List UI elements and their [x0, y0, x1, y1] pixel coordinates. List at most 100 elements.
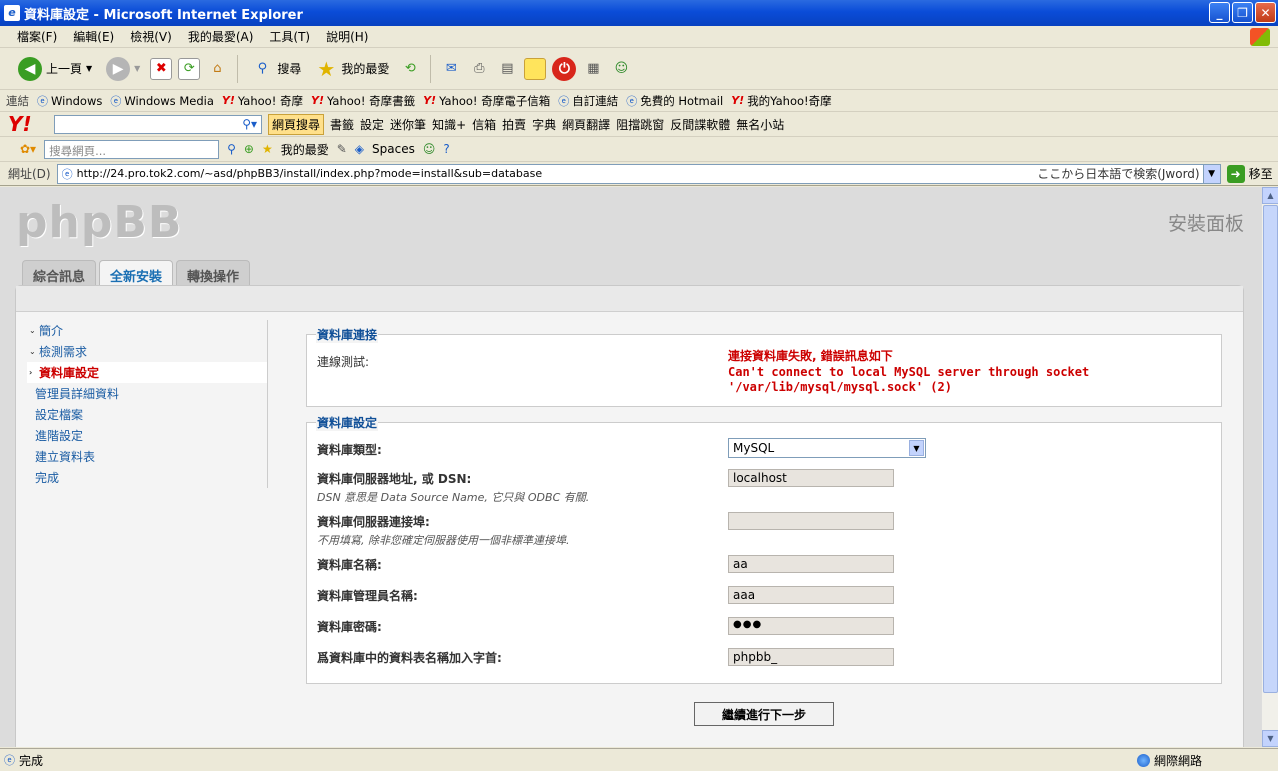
refresh-icon[interactable]: ⟳ — [178, 57, 201, 80]
history-icon[interactable]: ⟲ — [399, 58, 421, 80]
db-type-select[interactable]: MySQL ▼ — [728, 438, 926, 458]
close-button[interactable]: ✕ — [1255, 2, 1276, 23]
status-text: 完成 — [19, 753, 44, 768]
yahoo-dictionary[interactable]: 字典 — [532, 116, 556, 133]
pencil-icon[interactable]: ✎ — [337, 142, 347, 156]
minimize-button[interactable]: _ — [1209, 2, 1230, 23]
link-windows[interactable]: ⓔ Windows — [37, 93, 102, 109]
db-user-input[interactable]: aaa — [728, 586, 894, 604]
spaces-icon: ◈ — [354, 142, 365, 156]
research-icon[interactable]: ▦ — [582, 58, 604, 80]
link-yahoo-bookmarks[interactable]: Y! Yahoo! 奇摩書籤 — [311, 93, 415, 109]
mail-icon[interactable]: ✉ — [440, 58, 462, 80]
ie-icon: e — [4, 5, 20, 21]
ie-page-icon: ⓔ — [4, 754, 15, 767]
menu-tools[interactable]: 工具(T) — [262, 26, 317, 47]
db-user-label: 資料庫管理員名稱: — [317, 589, 418, 603]
table-prefix-label: 爲資料庫中的資料表名稱加入字首: — [317, 651, 502, 665]
error-message-line1: Can't connect to local MySQL server thro… — [728, 365, 1090, 379]
link-yahoo-mail[interactable]: Y! Yahoo! 奇摩電子信箱 — [423, 93, 550, 109]
yahoo-icon: Y! — [221, 94, 235, 107]
yahoo-mail[interactable]: 信箱 — [472, 116, 496, 133]
favorites-button[interactable]: ★ 我的最愛 — [311, 56, 393, 82]
nav-step-intro[interactable]: ⌄ 簡介 — [27, 320, 267, 341]
yahoo-auction[interactable]: 拍賣 — [502, 116, 526, 133]
yahoo-logo-icon[interactable]: Y! — [8, 112, 48, 136]
db-name-input[interactable]: aa — [728, 555, 894, 573]
db-port-label: 資料庫伺服器連接埠: — [317, 515, 430, 529]
scroll-thumb[interactable] — [1263, 205, 1278, 693]
connection-legend: 資料庫連接 — [316, 326, 379, 343]
address-input[interactable]: ⓔ http://24.pro.tok2.com/~asd/phpBB3/ins… — [56, 163, 1221, 184]
connection-fieldset: 連線測試: 連接資料庫失敗, 錯誤訊息如下 Can't connect to l… — [306, 334, 1222, 407]
db-port-hint: 不用填寫, 除非您確定伺服器使用一個非標準連接埠. — [317, 534, 570, 547]
nav-step-final[interactable]: 完成 — [27, 467, 267, 488]
toolbar-separator — [430, 54, 432, 83]
msn-search-input[interactable]: 搜尋網頁... — [44, 139, 220, 159]
vertical-scrollbar[interactable]: ▲ ▼ — [1261, 187, 1278, 747]
yahoo-icon: Y! — [423, 94, 437, 107]
menu-edit[interactable]: 編輯(E) — [66, 26, 121, 47]
yahoo-bookmarks[interactable]: 書籤 — [330, 116, 354, 133]
yahoo-settings[interactable]: 設定 — [360, 116, 384, 133]
yahoo-mini-pen[interactable]: 迷你筆 — [390, 116, 426, 133]
nav-step-advanced[interactable]: 進階設定 — [27, 425, 267, 446]
forward-button[interactable]: ▶ ▼ — [102, 55, 144, 83]
chevron-down-icon[interactable]: ▼ — [1202, 164, 1220, 183]
back-button[interactable]: ◀ 上一頁 ▼ — [14, 55, 96, 83]
search-button[interactable]: ⚲ 搜尋 — [247, 56, 305, 82]
db-password-input[interactable]: ●●● — [728, 617, 894, 635]
add-icon[interactable]: ⊕ — [244, 142, 254, 156]
link-hotmail[interactable]: ⓔ 免費的 Hotmail — [626, 93, 723, 109]
yahoo-translate[interactable]: 網頁翻譯 — [562, 116, 610, 133]
nav-step-create-tables[interactable]: 建立資料表 — [27, 446, 267, 467]
web-search-button[interactable]: 網頁搜尋 — [268, 113, 325, 135]
scroll-up-icon[interactable]: ▲ — [1262, 187, 1278, 204]
next-step-button[interactable]: 繼續進行下一步 — [694, 702, 834, 726]
edit-icon[interactable]: ▤ — [496, 58, 518, 80]
messenger-icon[interactable]: ☺ — [610, 58, 632, 80]
stop-icon[interactable]: ✖ — [150, 57, 173, 80]
scroll-down-icon[interactable]: ▼ — [1262, 730, 1278, 747]
table-prefix-input[interactable]: phpbb_ — [728, 648, 894, 666]
link-yahoo[interactable]: Y! Yahoo! 奇摩 — [222, 93, 303, 109]
yahoo-wretch[interactable]: 無名小站 — [736, 116, 784, 133]
db-port-input[interactable] — [728, 512, 894, 530]
nav-step-requirements[interactable]: ⌄ 檢測需求 — [27, 341, 267, 362]
maximize-button[interactable]: ❐ — [1232, 2, 1253, 23]
note-icon[interactable] — [524, 57, 547, 80]
yahoo-antispyware[interactable]: 反間諜軟體 — [670, 116, 730, 133]
db-host-hint: DSN 意思是 Data Source Name, 它只與 ODBC 有關. — [317, 491, 590, 504]
yahoo-search-input[interactable]: ⚲▾ — [54, 114, 262, 134]
home-icon[interactable]: ⌂ — [206, 58, 228, 80]
menu-favorites[interactable]: 我的最愛(A) — [181, 26, 261, 47]
menu-file[interactable]: 檔案(F) — [10, 26, 64, 47]
nav-step-admin[interactable]: 管理員詳細資料 — [27, 383, 267, 404]
messenger-icon[interactable]: ☺ — [423, 142, 436, 156]
menu-view[interactable]: 檢視(V) — [123, 26, 179, 47]
print-icon[interactable]: ⎙ — [468, 58, 490, 80]
msn-favorites[interactable]: 我的最愛 — [281, 141, 329, 158]
link-custom[interactable]: ⓔ 自訂連結 — [558, 93, 618, 109]
yahoo-knowledge[interactable]: 知識+ — [432, 116, 466, 133]
nav-step-database[interactable]: › 資料庫設定 — [27, 362, 267, 383]
yahoo-icon: Y! — [310, 94, 324, 107]
globe-icon — [1136, 753, 1150, 767]
db-host-input[interactable]: localhost — [728, 469, 894, 487]
link-windows-media[interactable]: ⓔ Windows Media — [110, 93, 214, 109]
search-icon[interactable]: ⚲ — [227, 142, 236, 156]
power-icon[interactable]: ⏻ — [552, 56, 577, 81]
link-my-yahoo[interactable]: Y! 我的Yahoo!奇摩 — [731, 93, 831, 109]
nav-step-config[interactable]: 設定檔案 — [27, 404, 267, 425]
msn-butterfly-icon[interactable]: ✿▾ — [20, 142, 36, 156]
error-message-line2: '/var/lib/mysql/mysql.sock' (2) — [728, 380, 952, 394]
jword-search[interactable]: ここから日本語で検索(Jword) — [1037, 165, 1199, 182]
menu-help[interactable]: 說明(H) — [319, 26, 375, 47]
msn-toolbar: ✿▾ 搜尋網頁... ⚲ ⊕ ★ 我的最愛 ✎ ◈ Spaces ☺ ? — [0, 137, 1278, 162]
yahoo-popup-blocker[interactable]: 阻擋跳窗 — [616, 116, 664, 133]
msn-spaces[interactable]: Spaces — [372, 142, 415, 156]
panel-title: 安裝面板 — [1167, 213, 1244, 235]
go-button[interactable]: ➜ 移至 — [1226, 164, 1273, 183]
go-arrow-icon: ➜ — [1226, 164, 1245, 183]
help-icon[interactable]: ? — [443, 142, 449, 156]
